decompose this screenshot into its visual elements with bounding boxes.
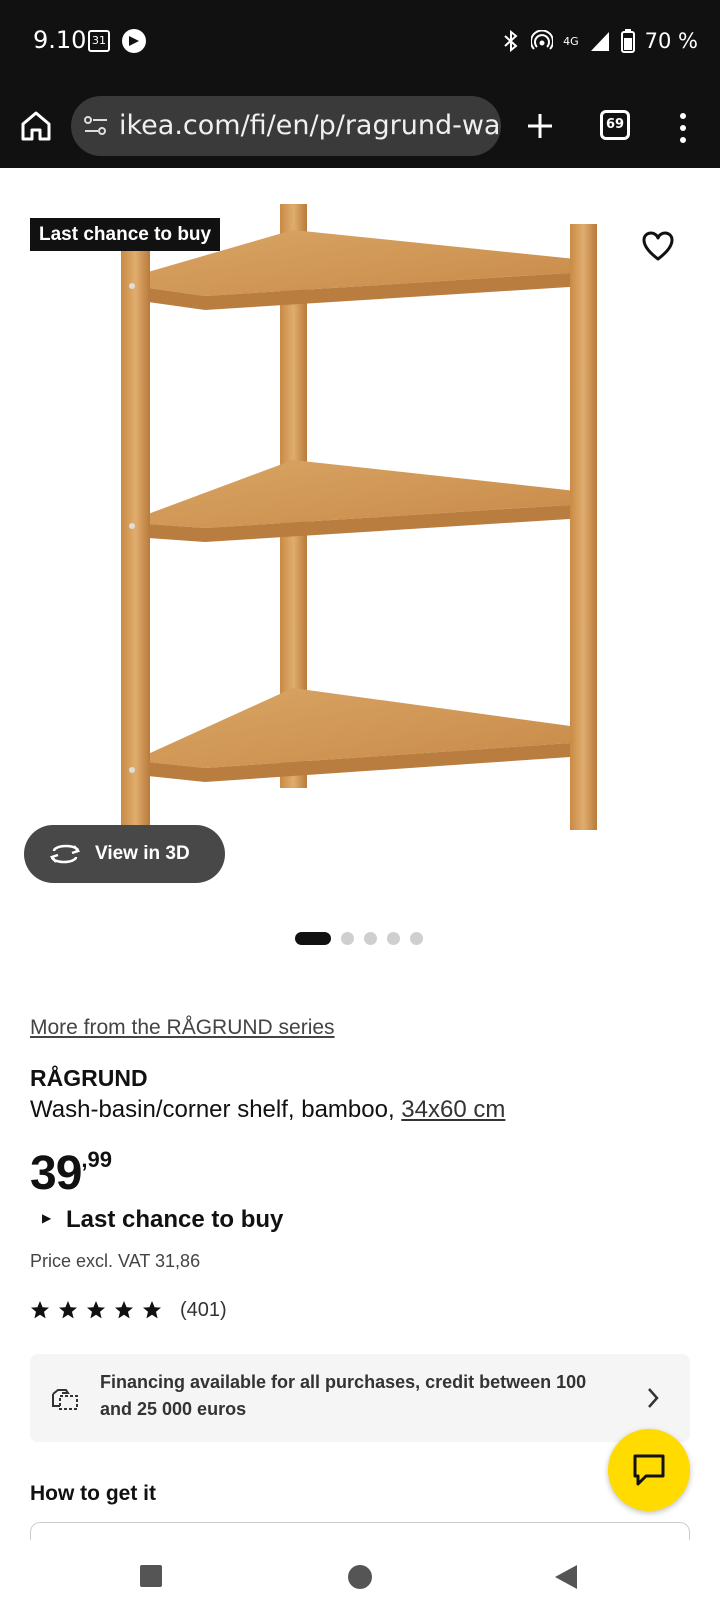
carousel-dot[interactable] [364,931,377,945]
expand-triangle-icon: ▶ [42,1210,52,1225]
availability-label: Last chance to buy [66,1206,284,1233]
product-size-link[interactable]: 34x60 cm [401,1096,505,1123]
how-to-get-heading: How to get it [30,1482,156,1505]
product-price: 39,99 [30,1146,112,1201]
product-description-text: Wash-basin/corner shelf, bamboo, [30,1096,402,1123]
availability-toggle[interactable]: ▶ Last chance to buy [42,1206,283,1234]
product-image[interactable] [0,168,720,908]
product-name: RÅGRUND [30,1065,148,1091]
battery-percent: 70 % [644,29,698,53]
financing-text: Financing available for all purchases, c… [100,1372,587,1419]
status-bar: 9.10 31 4G 70 % [0,0,720,86]
view-in-3d-button[interactable]: View in 3D [24,825,225,883]
carousel-dot[interactable] [295,931,331,945]
star-icon [87,1301,105,1319]
chevron-right-icon [648,1388,659,1408]
favorite-heart-icon[interactable] [641,230,675,264]
price-decimal: ,99 [81,1147,112,1172]
site-settings-icon[interactable] [83,114,109,138]
battery-icon [620,29,635,53]
carousel-dot[interactable] [410,931,423,945]
rating[interactable]: (401) [30,1296,227,1324]
star-icon [31,1301,49,1319]
status-icons: 4G 70 % [501,26,698,56]
tab-switcher-button[interactable]: 69 [600,110,630,140]
recents-icon[interactable] [139,1564,163,1588]
address-bar[interactable]: ikea.com/fi/en/p/ragrund-wash [71,96,501,156]
new-tab-icon[interactable] [523,106,557,146]
home-circle-icon[interactable] [347,1564,373,1590]
carousel-dot[interactable] [341,931,354,945]
series-link[interactable]: More from the RÅGRUND series [30,1016,335,1040]
review-count[interactable]: (401) [180,1299,227,1322]
price-excl-vat: Price excl. VAT 31,86 [30,1251,201,1271]
home-icon[interactable] [18,108,54,144]
network-type: 4G [563,34,579,48]
chat-button[interactable] [608,1429,690,1511]
image-carousel-indicator[interactable] [295,931,423,945]
browser-toolbar: ikea.com/fi/en/p/ragrund-wash 69 [0,86,720,168]
star-icon [59,1301,77,1319]
system-nav-bar [0,1540,720,1612]
chat-icon [633,1454,665,1486]
rotate-3d-icon [49,844,81,864]
view-in-3d-label: View in 3D [95,843,190,864]
calendar-icon: 31 [88,30,110,52]
back-icon[interactable] [553,1564,579,1590]
financing-banner[interactable]: Financing available for all purchases, c… [30,1354,690,1442]
bluetooth-icon [504,29,518,53]
financing-icon [52,1389,78,1410]
status-time: 9.10 [33,26,87,54]
hotspot-icon [531,30,554,50]
more-options-icon[interactable] [673,110,693,146]
last-chance-badge: Last chance to buy [30,218,221,251]
product-description: Wash-basin/corner shelf, bamboo, 34x60 c… [30,1096,505,1124]
star-icon [115,1301,133,1319]
app-notification-icon [122,29,146,53]
star-icon [143,1301,161,1319]
signal-icon [590,32,609,51]
url-text[interactable]: ikea.com/fi/en/p/ragrund-wash [119,110,501,141]
price-integer: 39 [30,1147,82,1200]
carousel-dot[interactable] [387,931,400,945]
